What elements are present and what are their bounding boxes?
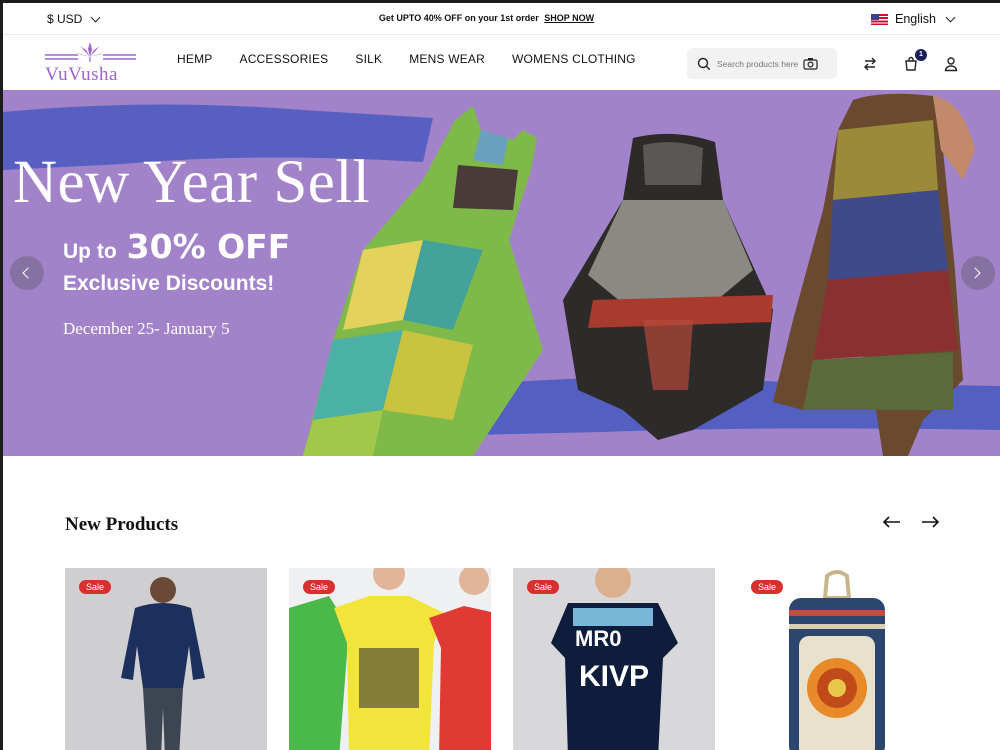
logo[interactable]: VuVusha (43, 41, 138, 85)
hero-subtitle: Exclusive Discounts! (63, 272, 275, 295)
cart-count-badge: 1 (915, 49, 927, 61)
product-image-kids-tshirts (289, 568, 491, 750)
shop-now-link[interactable]: SHOP NOW (544, 13, 594, 23)
language-label: English (895, 12, 936, 26)
product-image-boy-tshirt: MR0 KIVP (513, 568, 715, 750)
product-image-man-hoodie (65, 568, 267, 750)
page: $ USD Get UPTO 40% OFF on your 1st order… (3, 3, 1000, 750)
product-card[interactable]: Sale MR0 KIVP (513, 568, 715, 750)
nav-item-womens-clothing[interactable]: WOMENS CLOTHING (512, 52, 636, 66)
user-icon[interactable] (943, 56, 959, 72)
hero-discount: 30% OFF (126, 227, 291, 266)
hero-dates: December 25- January 5 (63, 319, 230, 338)
compare-icon[interactable] (862, 56, 878, 72)
arrow-right-icon (922, 516, 940, 528)
search-input[interactable] (717, 58, 807, 69)
search-box (687, 48, 837, 79)
language-selector[interactable]: English (871, 12, 956, 26)
nav-item-silk[interactable]: SILK (355, 52, 382, 66)
top-bar: $ USD Get UPTO 40% OFF on your 1st order… (3, 3, 1000, 35)
hero-prev-button[interactable] (10, 256, 44, 290)
nav-item-mens-wear[interactable]: MENS WEAR (409, 52, 485, 66)
nav-item-hemp[interactable]: HEMP (177, 52, 212, 66)
chevron-right-icon (969, 267, 981, 279)
camera-icon[interactable] (803, 57, 818, 70)
sale-badge: Sale (303, 580, 336, 594)
search-icon[interactable] (697, 57, 711, 71)
nav-item-accessories[interactable]: ACCESSORIES (239, 52, 328, 66)
products-nav (882, 515, 940, 533)
products-prev-button[interactable] (882, 515, 901, 533)
hero-title: New Year Sell (13, 149, 371, 216)
section-title: New Products (65, 514, 179, 535)
main-nav: HEMP ACCESSORIES SILK MENS WEAR WOMENS C… (177, 52, 663, 66)
svg-text:MR0: MR0 (575, 626, 621, 651)
product-card[interactable]: Sale (737, 568, 939, 750)
product-card[interactable]: Sale (289, 568, 491, 750)
sale-badge: Sale (79, 580, 112, 594)
hero-next-button[interactable] (961, 256, 995, 290)
us-flag-icon (871, 13, 888, 25)
arrow-left-icon (882, 516, 900, 528)
chevron-down-icon (945, 12, 956, 22)
sale-badge: Sale (527, 580, 560, 594)
promo-banner: Get UPTO 40% OFF on your 1st order SHOP … (3, 13, 970, 23)
chevron-left-icon (22, 267, 34, 279)
hero-discount-line: Up to 30% OFF (63, 227, 290, 266)
product-image-hemp-backpack (737, 568, 939, 750)
promo-text: Get UPTO 40% OFF on your 1st order (378, 13, 539, 23)
hero-banner[interactable]: New Year Sell Up to 30% OFF Exclusive Dis… (3, 90, 1000, 456)
product-card[interactable]: Sale (65, 568, 267, 750)
logo-text: VuVusha (45, 64, 118, 85)
sale-badge: Sale (751, 580, 784, 594)
patchwork-pants-image (773, 93, 975, 456)
main-header: VuVusha HEMP ACCESSORIES SILK MENS WEAR … (3, 36, 1000, 90)
products-next-button[interactable] (921, 515, 940, 533)
svg-text:KIVP: KIVP (579, 660, 649, 693)
poncho-image (563, 133, 773, 441)
hero-upto: Up to (63, 240, 117, 263)
